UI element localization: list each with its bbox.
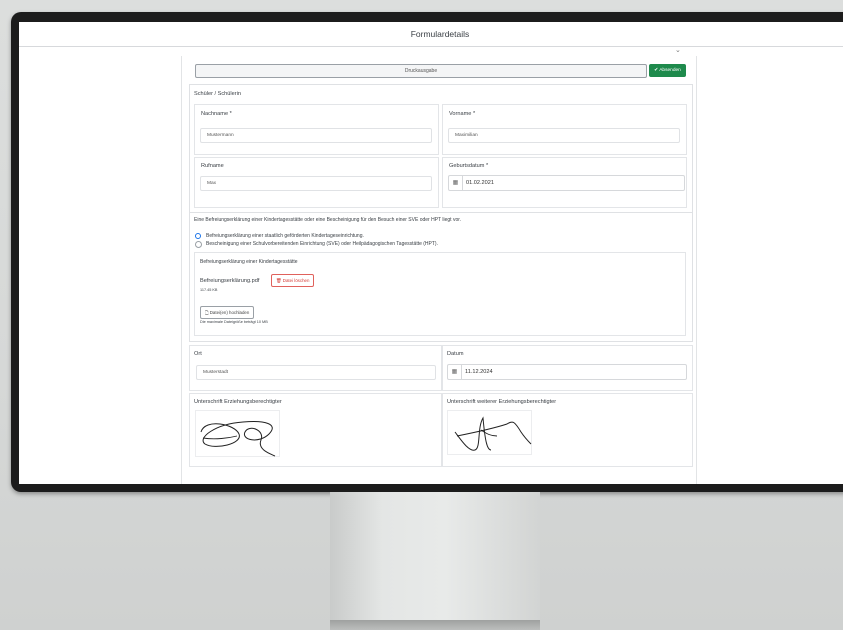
guardian-signature-label: Unterschrift Erziehungsberechtigter xyxy=(194,399,282,405)
chevron-down-icon[interactable]: ⌄ xyxy=(675,46,681,54)
file-name[interactable]: Befreiungserklärung.pdf xyxy=(200,278,259,284)
monitor-stand xyxy=(330,492,540,630)
firstname-input[interactable]: Maximilian xyxy=(448,128,680,143)
nickname-input[interactable]: Max xyxy=(200,176,432,191)
delete-file-button[interactable]: 🗑 Datei löschen xyxy=(271,274,315,287)
birthdate-value: 01.02.2021 xyxy=(466,180,494,186)
monitor-bezel: Formulardetails ⌄ Druckausgabe ✔ Absende… xyxy=(11,12,843,492)
monitor-stand-base xyxy=(330,620,540,630)
section-title: Schüler / Schülerin xyxy=(194,91,241,97)
calendar-icon[interactable]: ▦ xyxy=(448,365,462,379)
option-2-label[interactable]: Bescheinigung einer Schulvorbereitenden … xyxy=(206,241,438,247)
send-button[interactable]: ✔ Absenden xyxy=(649,64,686,77)
birthdate-label: Geburtsdatum * xyxy=(449,163,489,169)
place-input[interactable]: Musterstadt xyxy=(196,365,436,380)
date-input[interactable]: ▦ 11.12.2024 xyxy=(447,364,687,380)
other-guardian-signature-label: Unterschrift weiterer Erziehungsberechti… xyxy=(447,399,557,405)
option-1-label[interactable]: Befreiungserklärung einer staatlich gefö… xyxy=(206,233,364,239)
screen: Formulardetails ⌄ Druckausgabe ✔ Absende… xyxy=(19,22,843,484)
birthdate-input[interactable]: ▦ 01.02.2021 xyxy=(448,175,685,191)
nickname-label: Rufname xyxy=(201,163,224,169)
firstname-label: Vorname * xyxy=(449,111,476,117)
place-label: Ort xyxy=(194,351,202,357)
guardian-signature[interactable] xyxy=(195,410,285,458)
calendar-icon[interactable]: ▦ xyxy=(449,176,463,190)
file-size: 117.45 KB xyxy=(200,288,218,292)
print-button[interactable]: Druckausgabe xyxy=(195,64,647,78)
lastname-input[interactable]: Mustermann xyxy=(200,128,432,143)
upload-title: Befreiungserklärung einer Kindertagesstä… xyxy=(200,259,298,265)
other-guardian-signature[interactable] xyxy=(447,410,537,456)
radio-option-2[interactable] xyxy=(195,241,202,248)
max-size-note: Die maximale Dateigröße beträgt 10 MB xyxy=(200,320,268,324)
radio-option-1[interactable] xyxy=(195,233,201,239)
upload-files-button[interactable]: 🗋 Datei(en) hochladen xyxy=(200,306,255,319)
exemption-intro: Eine Befreiungserklärung einer Kindertag… xyxy=(194,217,462,223)
window-title: Formulardetails xyxy=(19,22,843,47)
date-label: Datum xyxy=(447,351,464,357)
lastname-label: Nachname * xyxy=(201,111,232,117)
date-value: 11.12.2024 xyxy=(465,369,493,375)
